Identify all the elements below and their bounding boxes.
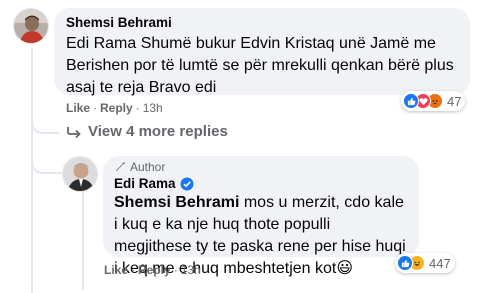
- reply-button[interactable]: Reply: [138, 263, 171, 277]
- comment-actions: Like · Reply · 13h: [66, 101, 163, 115]
- view-more-replies-button[interactable]: View 4 more replies: [66, 123, 228, 140]
- edit-icon: [116, 162, 125, 171]
- verified-badge-icon: [180, 177, 194, 190]
- comment-author[interactable]: Shemsi Behrami: [66, 15, 458, 30]
- comment-text: Edi Rama Shumë bukur Edvin Kristaq unë J…: [66, 35, 454, 96]
- thread-line-branch-reply: [31, 148, 63, 174]
- thread-line-reply-sub: [82, 190, 84, 290]
- reactions-summary[interactable]: 47: [401, 91, 466, 111]
- thread-line-branch-view-more: [31, 112, 59, 134]
- timestamp[interactable]: 13h: [181, 263, 201, 277]
- thread-line-main: [31, 48, 33, 293]
- like-icon: [397, 255, 413, 271]
- reply-actions: Like · Reply · 13h: [104, 263, 201, 277]
- reply-reactions-summary[interactable]: 447: [395, 253, 455, 273]
- reply-arrow-icon: [67, 126, 81, 138]
- like-icon: [403, 93, 419, 109]
- reply-bubble: Author Edi Rama Shemsi Behrami mos u mer…: [103, 156, 419, 277]
- avatar-photo: [14, 9, 48, 43]
- view-more-label: View 4 more replies: [88, 123, 228, 140]
- mention-link[interactable]: Shemsi Behrami: [114, 194, 239, 211]
- author-badge: Author: [114, 160, 408, 174]
- avatar-shemsi-behrami[interactable]: [13, 8, 49, 44]
- comment-bubble: Shemsi Behrami Edi Rama Shumë bukur Edvi…: [54, 8, 470, 96]
- reply-author[interactable]: Edi Rama: [114, 176, 176, 191]
- reaction-count: 447: [429, 255, 451, 271]
- author-badge-label: Author: [130, 160, 166, 174]
- like-button[interactable]: Like: [66, 101, 90, 115]
- like-button[interactable]: Like: [104, 263, 128, 277]
- timestamp[interactable]: 13h: [143, 101, 163, 115]
- avatar-photo: [63, 157, 97, 191]
- avatar-edi-rama[interactable]: [62, 156, 98, 192]
- reply-button[interactable]: Reply: [100, 101, 133, 115]
- reaction-count: 47: [447, 93, 462, 109]
